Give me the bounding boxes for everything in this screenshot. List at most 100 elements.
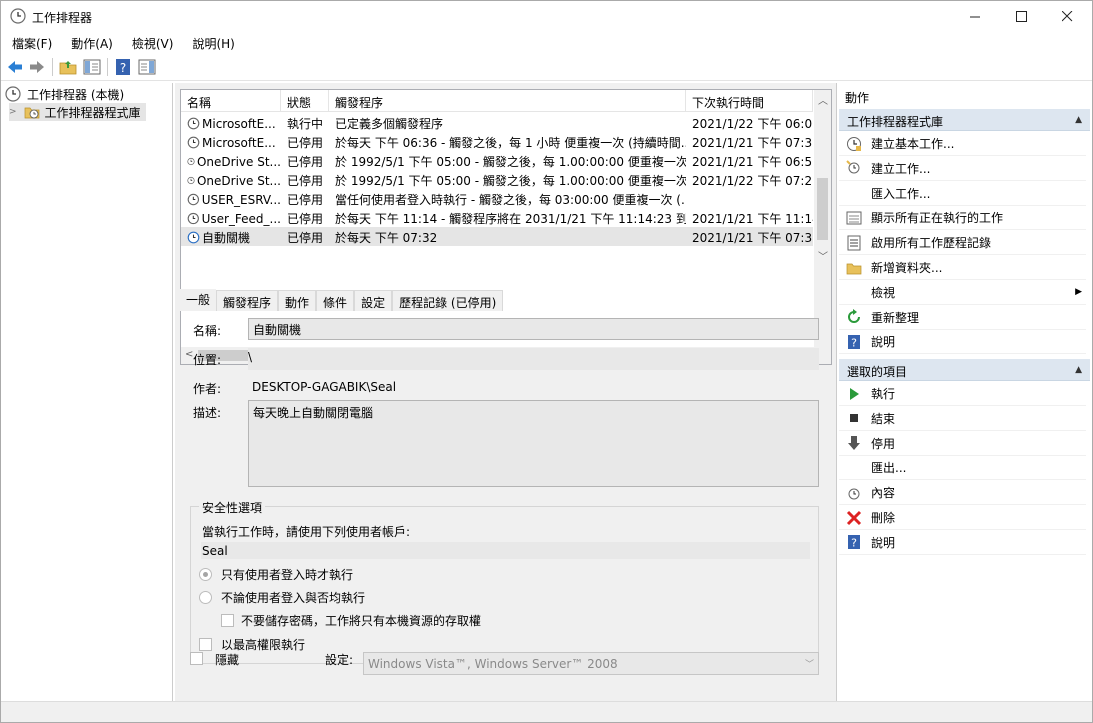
minimize-button[interactable] bbox=[952, 1, 998, 31]
submenu-arrow-icon: ▶ bbox=[1075, 287, 1082, 298]
tree-item-library[interactable]: > 工作排程器程式庫 bbox=[9, 103, 146, 121]
create-basic-task-icon bbox=[846, 136, 862, 152]
action-refresh[interactable]: 重新整理 bbox=[839, 306, 1086, 330]
forward-arrow-icon[interactable] bbox=[28, 58, 46, 76]
minimize-icon bbox=[969, 16, 980, 17]
table-row[interactable]: USER_ESRV... 已停用 當任何使用者登入時執行 - 觸發之後，每 03:0… bbox=[181, 189, 813, 208]
scroll-up-icon[interactable]: ︿ bbox=[818, 92, 828, 107]
task-name: MicrosoftE... bbox=[202, 116, 276, 131]
tab-history[interactable]: 歷程記錄 (已停用) bbox=[392, 290, 504, 311]
configure-for-select[interactable]: Windows Vista™, Windows Server™ 2008 ﹀ bbox=[363, 652, 819, 675]
column-header-next-run[interactable]: 下次執行時間 bbox=[686, 90, 813, 112]
running-tasks-icon bbox=[846, 210, 862, 226]
task-name-cell: OneDrive St... bbox=[181, 170, 281, 189]
task-status-cell: 已停用 bbox=[287, 136, 324, 150]
action-create-basic-task[interactable]: 建立基本工作... bbox=[839, 132, 1086, 156]
tree-root[interactable]: 工作排程器 (本機) bbox=[5, 85, 124, 103]
checkbox-highest-privileges[interactable] bbox=[199, 638, 212, 651]
general-tab-panel: 名稱: 自動關機 位置: \ 作者: DESKTOP-GAGABIK\Seal … bbox=[180, 310, 830, 695]
section-selected-item[interactable]: 選取的項目 ▲ bbox=[839, 359, 1090, 381]
tab-triggers[interactable]: 觸發程序 bbox=[216, 290, 279, 311]
action-label: 刪除 bbox=[871, 511, 896, 525]
table-row[interactable]: MicrosoftE... 已停用 於每天 下午 06:36 - 觸發之後，每 1 … bbox=[181, 132, 813, 151]
name-label: 名稱: bbox=[193, 324, 222, 338]
run-as-prompt: 當執行工作時，請使用下列使用者帳戶: bbox=[202, 525, 411, 539]
task-next-run-cell: 2021/1/21 下午 11:14 bbox=[692, 212, 813, 226]
end-icon bbox=[846, 410, 862, 426]
task-name-cell: USER_ESRV... bbox=[181, 189, 281, 208]
menu-view[interactable]: 檢視(V) bbox=[121, 31, 182, 53]
tab-actions[interactable]: 動作 bbox=[278, 290, 317, 311]
action-delete[interactable]: 刪除 bbox=[839, 506, 1086, 530]
tab-conditions[interactable]: 條件 bbox=[316, 290, 355, 311]
table-row[interactable]: MicrosoftE... 執行中 已定義多個觸發程序 2021/1/22 下午 06… bbox=[181, 113, 813, 132]
action-create-task[interactable]: 建立工作... bbox=[839, 157, 1086, 181]
menu-help[interactable]: 說明(H) bbox=[181, 31, 242, 53]
action-run[interactable]: 執行 bbox=[839, 382, 1086, 406]
task-status-cell: 執行中 bbox=[287, 117, 324, 131]
action-help[interactable]: ? 說明 bbox=[839, 531, 1086, 555]
action-help[interactable]: ? 說明 bbox=[839, 330, 1086, 355]
collapse-icon[interactable]: ▲ bbox=[1075, 365, 1082, 375]
action-enable-task-history[interactable]: 啟用所有工作歷程記錄 bbox=[839, 231, 1086, 256]
actions-pane: 動作 工作排程器程式庫 ▲ 建立基本工作... 建立工作... 匯入工作... 顯示所… bbox=[839, 83, 1092, 701]
radio-run-whether-logged-on[interactable] bbox=[199, 591, 212, 604]
show-hide-tree-icon[interactable] bbox=[83, 58, 101, 76]
checkbox-do-not-store-password[interactable] bbox=[221, 614, 234, 627]
task-name: MicrosoftE... bbox=[202, 135, 276, 150]
action-display-running-tasks[interactable]: 顯示所有正在執行的工作 bbox=[839, 206, 1086, 231]
tab-general[interactable]: 一般 bbox=[180, 289, 217, 311]
properties-icon bbox=[846, 485, 862, 501]
action-disable[interactable]: 停用 bbox=[839, 432, 1086, 456]
task-clock-icon bbox=[187, 231, 200, 244]
chevron-right-icon[interactable]: > bbox=[9, 107, 17, 117]
checkbox-hidden-label: 隱藏 bbox=[215, 653, 240, 667]
blank-icon bbox=[846, 284, 862, 300]
name-field[interactable]: 自動關機 bbox=[248, 318, 819, 340]
task-trigger-cell: 於每天 下午 11:14 - 觸發程序將在 2031/1/21 下午 11:14… bbox=[335, 212, 686, 226]
task-next-run-cell: 2021/1/21 下午 07:32 bbox=[692, 231, 813, 245]
action-view[interactable]: 檢視 ▶ bbox=[839, 281, 1086, 305]
collapse-icon[interactable]: ▲ bbox=[1075, 115, 1082, 125]
show-hide-action-pane-icon[interactable] bbox=[138, 58, 156, 76]
table-row[interactable]: 自動關機 已停用 於每天 下午 07:32 2021/1/21 下午 07:32 bbox=[181, 227, 813, 246]
action-label: 啟用所有工作歷程記錄 bbox=[871, 236, 992, 251]
section-library[interactable]: 工作排程器程式庫 ▲ bbox=[839, 109, 1090, 131]
blank-icon bbox=[846, 185, 862, 201]
configure-for-value: Windows Vista™, Windows Server™ 2008 bbox=[368, 657, 618, 671]
back-arrow-icon[interactable] bbox=[6, 58, 24, 76]
checkbox-hidden[interactable] bbox=[190, 652, 203, 665]
run-icon bbox=[846, 386, 862, 402]
task-clock-icon bbox=[187, 136, 200, 149]
action-end[interactable]: 結束 bbox=[839, 407, 1086, 431]
svg-text:?: ? bbox=[120, 61, 126, 75]
column-header-name[interactable]: 名稱 bbox=[181, 90, 281, 112]
tab-settings[interactable]: 設定 bbox=[354, 290, 393, 311]
close-button[interactable] bbox=[1044, 1, 1090, 31]
task-name-cell: User_Feed_... bbox=[181, 208, 281, 227]
table-row[interactable]: OneDrive St... 已停用於 1992/5/1 下午 05:00 - 觸… bbox=[181, 151, 813, 170]
table-row[interactable]: User_Feed_... 已停用 於每天 下午 11:14 - 觸發程序將在 20… bbox=[181, 208, 813, 227]
action-export[interactable]: 匯出... bbox=[839, 456, 1086, 481]
folder-up-icon[interactable] bbox=[59, 58, 77, 76]
column-header-trigger[interactable]: 觸發程序 bbox=[329, 90, 686, 112]
refresh-icon bbox=[846, 309, 862, 325]
radio-run-when-logged-on[interactable] bbox=[199, 568, 212, 581]
help-icon[interactable]: ? bbox=[114, 58, 132, 76]
run-as-user: Seal bbox=[201, 542, 810, 559]
table-row[interactable]: OneDrive St... 已停用於 1992/5/1 下午 05:00 - 觸… bbox=[181, 170, 813, 189]
action-label: 新增資料夾... bbox=[871, 261, 943, 275]
action-label: 結束 bbox=[871, 411, 896, 426]
action-new-folder[interactable]: 新增資料夾... bbox=[839, 256, 1086, 280]
maximize-button[interactable] bbox=[998, 1, 1044, 31]
action-label: 匯入工作... bbox=[871, 186, 931, 201]
scrollbar-thumb[interactable] bbox=[817, 178, 828, 240]
column-header-status[interactable]: 狀態 bbox=[281, 90, 329, 112]
description-field[interactable]: 每天晚上自動關閉電腦 bbox=[248, 400, 819, 487]
menu-action[interactable]: 動作(A) bbox=[60, 31, 121, 53]
action-import-task[interactable]: 匯入工作... bbox=[839, 182, 1086, 206]
menu-file[interactable]: 檔案(F) bbox=[1, 31, 60, 53]
task-status-cell: 已停用 bbox=[287, 155, 324, 169]
scroll-down-icon[interactable]: ﹀ bbox=[818, 248, 828, 263]
action-properties[interactable]: 內容 bbox=[839, 481, 1086, 506]
